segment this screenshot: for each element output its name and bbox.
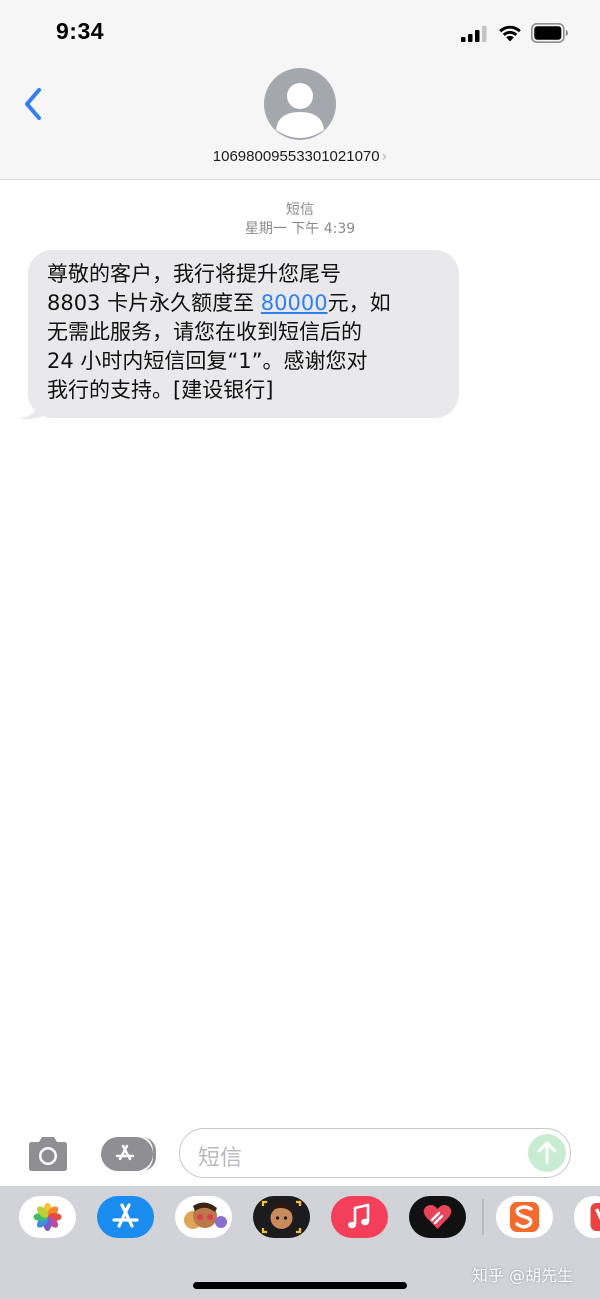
app-store-a-icon xyxy=(112,1203,139,1228)
message-line: 我行的支持。[建设银行] xyxy=(47,378,274,402)
contact-number: 10698009553301021070 xyxy=(212,148,380,165)
chevron-right-icon: › xyxy=(381,149,388,165)
message-line: 无需此服务，请您在收到短信后的 xyxy=(47,320,362,344)
memoji-stickers-icon[interactable] xyxy=(175,1196,232,1238)
cellular-signal-icon xyxy=(461,26,487,42)
app-store-icon[interactable] xyxy=(97,1196,154,1238)
message-line: 8803 卡片永久额度至 80000元，如 xyxy=(47,289,443,318)
contact-number-row[interactable]: 10698009553301021070 › xyxy=(0,146,600,165)
arrow-up-icon xyxy=(537,1141,557,1165)
wifi-icon xyxy=(499,25,521,42)
music-note-icon xyxy=(348,1203,370,1229)
app-store-button[interactable] xyxy=(101,1137,156,1171)
message-input[interactable]: 短信 xyxy=(179,1128,571,1178)
photos-app-icon[interactable] xyxy=(19,1196,76,1238)
drawer-divider xyxy=(482,1199,484,1235)
send-button[interactable] xyxy=(528,1134,566,1172)
message-line: 24 小时内短信回复“1”。感谢您对 xyxy=(47,349,368,373)
camera-icon[interactable] xyxy=(25,1135,71,1173)
message-line: 尊敬的客户，我行将提升您尾号 xyxy=(47,262,341,286)
sogou-s-icon xyxy=(510,1202,539,1232)
conversation-header: 9:34 10698009553301021070 › xyxy=(0,0,600,180)
home-indicator[interactable] xyxy=(193,1282,407,1289)
memoji-portrait-icon xyxy=(261,1200,302,1234)
service-label: 短信 xyxy=(286,202,314,218)
person-silhouette-icon xyxy=(276,83,324,138)
sogou-input-icon[interactable] xyxy=(496,1196,553,1238)
partial-app-icon[interactable] xyxy=(574,1196,600,1238)
partial-red-v-icon xyxy=(590,1203,600,1231)
heart-touch-icon xyxy=(423,1205,452,1229)
digital-touch-icon[interactable] xyxy=(409,1196,466,1238)
apps-button-edge xyxy=(142,1137,156,1171)
app-store-glyph-icon xyxy=(115,1144,135,1161)
photos-flower-icon xyxy=(33,1203,62,1231)
amount-link[interactable]: 80000 xyxy=(261,291,328,315)
back-chevron-icon[interactable] xyxy=(20,86,46,122)
battery-icon xyxy=(531,23,568,43)
contact-avatar[interactable] xyxy=(264,68,336,140)
message-input-placeholder: 短信 xyxy=(198,1146,243,1171)
message-text: 元，如 xyxy=(327,291,391,315)
zhihu-watermark: 知乎 @胡先生 xyxy=(472,1266,574,1285)
music-app-icon[interactable] xyxy=(331,1196,388,1238)
status-bar-time: 9:34 xyxy=(56,18,105,44)
received-message-bubble[interactable]: 尊敬的客户，我行将提升您尾号 8803 卡片永久额度至 80000元，如 无需此… xyxy=(28,250,459,418)
message-text: 8803 卡片永久额度至 xyxy=(47,291,261,315)
memoji-camera-icon[interactable] xyxy=(253,1196,310,1238)
memoji-faces-icon xyxy=(184,1202,227,1229)
message-timestamp: 星期一 下午 4:39 xyxy=(244,221,356,237)
